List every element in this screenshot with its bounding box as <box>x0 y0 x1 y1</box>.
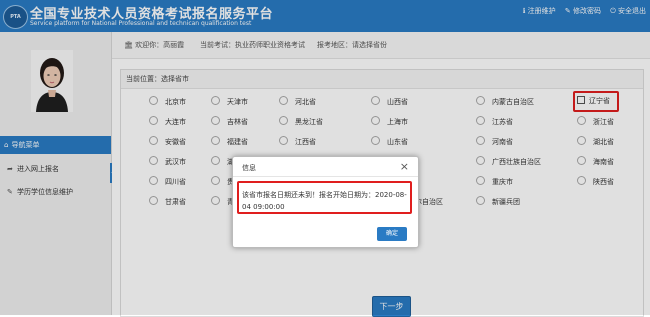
dialog-title: 信息 <box>242 164 256 172</box>
ok-button[interactable]: 确定 <box>377 227 407 241</box>
dialog-divider <box>233 176 418 177</box>
message-highlight-box <box>237 181 412 214</box>
close-icon[interactable]: × <box>400 160 409 173</box>
